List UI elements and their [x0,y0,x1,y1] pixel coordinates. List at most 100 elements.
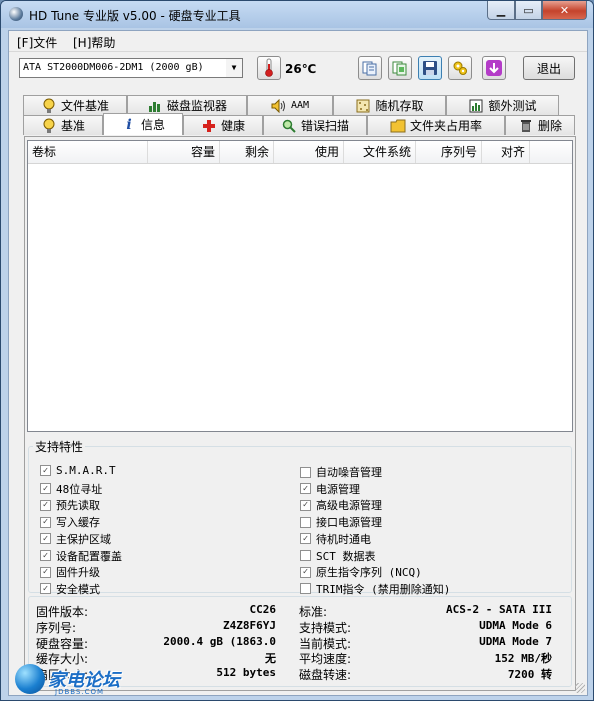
toolbar: ATA ST2000DM006-2DM1 (2000 gB) ▼ 26℃ 退出 [9,53,587,85]
feature-checkbox[interactable]: ✓ [40,483,51,495]
tab-folder-usage[interactable]: 文件夹占用率 [367,115,505,135]
resize-grip[interactable] [575,683,585,693]
menu-bar: [F]文件 [H]帮助 [9,31,587,51]
feature-checkbox[interactable] [300,466,311,478]
feature-left-5[interactable]: ✓ 设备配置覆盖 [40,548,122,564]
download-icon[interactable] [482,56,506,80]
volume-list-header: 卷标 容量 剩余 使用 文件系统 序列号 对齐 [28,141,572,164]
feature-checkbox[interactable] [300,516,311,528]
feature-checkbox[interactable]: ✓ [40,533,51,545]
save-icon[interactable] [418,56,442,80]
info-label: 硬盘容量: [36,636,89,651]
feature-left-6[interactable]: ✓ 固件升级 [40,564,100,580]
bar-chart-icon [147,98,163,114]
feature-checkbox[interactable] [300,550,311,561]
lightbulb-icon [41,118,57,134]
tab-label: 额外测试 [488,99,537,113]
options-icon[interactable] [448,56,472,80]
title-bar[interactable]: HD Tune 专业版 v5.00 - 硬盘专业工具 ▁ ▭ ✕ [1,1,593,28]
tab-label: 健康 [220,119,245,133]
watermark-subtext: JDBBS.COM [55,688,105,696]
feature-label: 电源管理 [316,482,360,496]
feature-left-0[interactable]: ✓ S.M.A.R.T [40,464,116,477]
tab-erase[interactable]: 删除 [505,115,575,135]
feature-checkbox[interactable]: ✓ [40,583,51,595]
feature-left-1[interactable]: ✓ 48位寻址 [40,481,102,497]
feature-right-5[interactable]: SCT 数据表 [300,548,376,564]
volume-list[interactable]: 卷标 容量 剩余 使用 文件系统 序列号 对齐 [27,140,573,432]
drive-select-value: ATA ST2000DM006-2DM1 (2000 gB) [23,62,204,73]
column-header-used[interactable]: 使用 [274,141,344,163]
feature-label: SCT 数据表 [316,549,376,563]
exit-button[interactable]: 退出 [523,56,575,80]
feature-checkbox[interactable]: ✓ [300,533,311,545]
tab-info[interactable]: i 信息 [103,113,183,135]
feature-left-7[interactable]: ✓ 安全模式 [40,581,100,597]
minimize-button[interactable]: ▁ [487,1,515,20]
random-access-icon [355,98,371,114]
chevron-down-icon[interactable]: ▼ [226,59,242,77]
drive-select[interactable]: ATA ST2000DM006-2DM1 (2000 gB) ▼ [19,58,243,78]
feature-label: TRIM指令 (禁用删除通知) [316,582,451,596]
tab-label: AAM [290,100,310,111]
tab-label: 随机存取 [375,99,424,113]
info-row-right-2: 当前模式: UDMA Mode 7 [299,635,552,651]
feature-label: 固件升级 [56,566,100,580]
feature-checkbox[interactable]: ✓ [300,499,311,511]
feature-right-4[interactable]: ✓ 待机时通电 [300,531,371,547]
maximize-button[interactable]: ▭ [515,1,542,20]
feature-left-2[interactable]: ✓ 预先读取 [40,497,100,513]
info-label: 磁盘转速: [299,668,352,683]
feature-right-2[interactable]: ✓ 高级电源管理 [300,497,382,513]
feature-left-3[interactable]: ✓ 写入缓存 [40,514,100,530]
feature-label: 设备配置覆盖 [56,549,122,563]
feature-checkbox[interactable]: ✓ [40,566,51,578]
menu-file[interactable]: [F]文件 [17,34,57,51]
feature-checkbox[interactable]: ✓ [40,465,51,476]
feature-checkbox[interactable]: ✓ [300,566,311,578]
tab-error-scan[interactable]: 错误扫描 [263,115,367,135]
feature-label: 接口电源管理 [316,516,382,530]
feature-checkbox[interactable] [300,583,311,595]
feature-checkbox[interactable]: ✓ [40,550,51,561]
info-label: 当前模式: [299,636,352,651]
tab-extra-tests[interactable]: 额外测试 [446,95,559,115]
feature-right-0[interactable]: 自动噪音管理 [300,464,382,480]
copy-screenshot-icon[interactable] [388,56,412,80]
file-benchmark-icon [41,98,57,114]
copy-info-icon[interactable] [358,56,382,80]
column-header-capacity[interactable]: 容量 [148,141,220,163]
tab-random-access[interactable]: 随机存取 [333,95,446,115]
feature-right-3[interactable]: 接口电源管理 [300,514,382,530]
tab-benchmark[interactable]: 基准 [23,115,103,135]
tab-health[interactable]: 健康 [183,115,263,135]
feature-checkbox[interactable]: ✓ [300,483,311,495]
feature-checkbox[interactable]: ✓ [40,516,51,528]
column-header-alignment[interactable]: 对齐 [482,141,530,163]
feature-right-7[interactable]: TRIM指令 (禁用删除通知) [300,581,450,597]
feature-right-6[interactable]: ✓ 原生指令序列 (NCQ) [300,564,422,580]
app-icon [9,7,23,21]
column-header-volume[interactable]: 卷标 [28,141,148,163]
column-header-free[interactable]: 剩余 [220,141,274,163]
info-value: 2000.4 gB (1863.0 [163,634,276,648]
tab-label: 文件夹占用率 [409,119,482,133]
tab-label: 磁盘监视器 [166,99,227,113]
window-title: HD Tune 专业版 v5.00 - 硬盘专业工具 [29,9,241,23]
column-header-serial[interactable]: 序列号 [416,141,482,163]
tab-file-benchmark[interactable]: 文件基准 [23,95,127,115]
feature-checkbox[interactable]: ✓ [40,499,51,511]
column-header-filesystem[interactable]: 文件系统 [344,141,416,163]
menu-help[interactable]: [H]帮助 [73,34,115,51]
info-value: Z4Z8F6YJ [223,618,276,632]
tab-disk-monitor[interactable]: 磁盘监视器 [127,95,247,115]
tab-label: 删除 [537,119,562,133]
tab-label: 文件基准 [60,99,109,113]
feature-right-1[interactable]: ✓ 电源管理 [300,481,360,497]
info-value: 512 bytes [216,666,276,680]
close-button[interactable]: ✕ [542,1,587,20]
tab-aam[interactable]: AAM [247,95,333,115]
globe-icon [15,664,45,694]
feature-left-4[interactable]: ✓ 主保护区域 [40,531,111,547]
trash-icon [518,118,534,134]
